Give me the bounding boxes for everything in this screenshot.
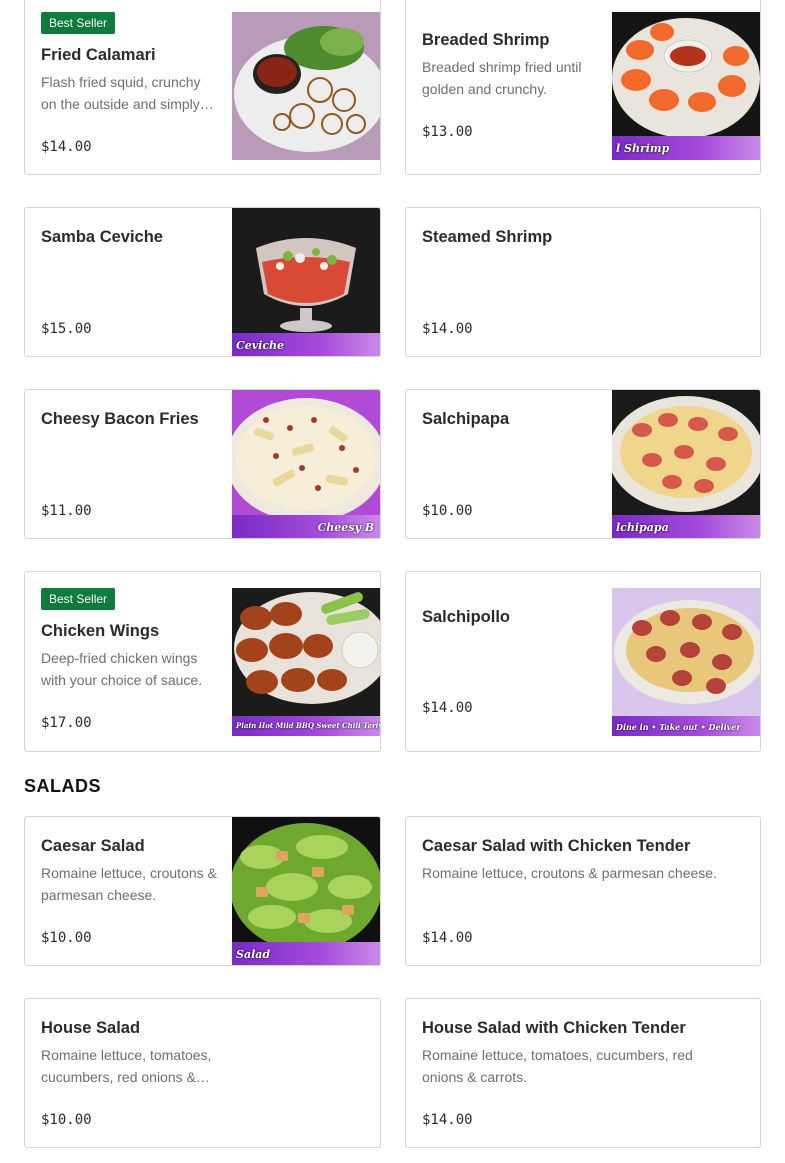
item-price: $13.00 — [422, 124, 473, 140]
item-name: Fried Calamari — [41, 46, 156, 64]
ceviche-photo: Ceviche — [232, 208, 380, 356]
menu-page: Best Seller Fried Calamari Flash fried s… — [0, 0, 785, 1163]
menu-item-card-house-salad[interactable]: House Salad Romaine lettuce, tomatoes, c… — [24, 998, 381, 1148]
item-name: Salchipollo — [422, 608, 511, 626]
item-name: Caesar Salad — [41, 837, 145, 855]
item-name: Steamed Shrimp — [422, 228, 553, 246]
item-description: Romaine lettuce, tomatoes, cucumbers, re… — [41, 1047, 212, 1085]
item-name: Chicken Wings — [41, 622, 160, 640]
menu-item-card-fried-calamari[interactable]: Best Seller Fried Calamari Flash fried s… — [24, 0, 381, 175]
caesar-photo: Salad — [232, 817, 380, 965]
item-name: Samba Ceviche — [41, 228, 163, 246]
section-title-salads: SALADS — [24, 776, 102, 796]
item-description: Deep-fried chicken wings with your choic… — [41, 650, 203, 688]
item-description: Romaine lettuce, croutons & parmesan che… — [422, 865, 717, 881]
menu-item-card-samba-ceviche[interactable]: Samba Ceviche $15.00 Ceviche — [24, 207, 381, 357]
image-caption: lchipapa — [616, 521, 669, 534]
item-description: Romaine lettuce, croutons & parmesan che… — [41, 865, 217, 903]
item-price: $10.00 — [41, 930, 92, 946]
wings-photo: Plain Hot Mild BBQ Sweet Chili Teriyaki — [232, 588, 380, 736]
image-caption: Plain Hot Mild BBQ Sweet Chili Teriyaki — [236, 721, 380, 730]
image-caption: Dine in • Take out • Deliver — [616, 722, 741, 732]
item-price: $14.00 — [41, 139, 92, 155]
item-name: Caesar Salad with Chicken Tender — [422, 837, 691, 855]
image-caption: l Shrimp — [616, 142, 670, 155]
item-price: $15.00 — [41, 321, 92, 337]
salchipollo-photo: Dine in • Take out • Deliver — [612, 588, 760, 736]
best-seller-badge: Best Seller — [41, 588, 116, 610]
item-price: $14.00 — [422, 1112, 473, 1128]
menu-item-card-steamed-shrimp[interactable]: Steamed Shrimp $14.00 — [405, 207, 761, 357]
item-name: Cheesy Bacon Fries — [41, 410, 199, 428]
item-price: $14.00 — [422, 321, 473, 337]
menu-item-card-breaded-shrimp[interactable]: Breaded Shrimp Breaded shrimp fried unti… — [405, 0, 761, 175]
shrimp-photo: l Shrimp — [612, 12, 760, 160]
item-name: House Salad with Chicken Tender — [422, 1019, 686, 1037]
menu-item-card-caesar-salad-chicken-tender[interactable]: Caesar Salad with Chicken Tender Romaine… — [405, 816, 761, 966]
image-caption: Ceviche — [236, 339, 285, 352]
best-seller-badge: Best Seller — [41, 12, 116, 34]
item-price: $10.00 — [422, 503, 473, 519]
menu-item-card-salchipapa[interactable]: Salchipapa $10.00 lchipapa — [405, 389, 761, 539]
item-price: $14.00 — [422, 700, 473, 716]
item-description: Breaded shrimp fried until golden and cr… — [422, 59, 582, 97]
calamari-photo — [232, 12, 380, 160]
menu-item-card-house-salad-chicken-tender[interactable]: House Salad with Chicken Tender Romaine … — [405, 998, 761, 1148]
item-price: $14.00 — [422, 930, 473, 946]
menu-item-card-chicken-wings[interactable]: Best Seller Chicken Wings Deep-fried chi… — [24, 571, 381, 752]
item-price: $10.00 — [41, 1112, 92, 1128]
item-description: Romaine lettuce, tomatoes, cucumbers, re… — [422, 1047, 693, 1085]
item-price: $17.00 — [41, 715, 92, 731]
bacon-fries-photo: Cheesy B — [232, 390, 380, 538]
salchipapa-photo: lchipapa — [612, 390, 760, 538]
menu-item-card-salchipollo[interactable]: Salchipollo $14.00 Dine in • Take out • … — [405, 571, 761, 752]
menu-item-card-cheesy-bacon-fries[interactable]: Cheesy Bacon Fries $11.00 Cheesy B — [24, 389, 381, 539]
image-caption: Salad — [236, 948, 271, 961]
item-description: Flash fried squid, crunchy on the outsid… — [41, 74, 201, 112]
item-name: House Salad — [41, 1019, 141, 1037]
item-price: $11.00 — [41, 503, 92, 519]
item-name: Salchipapa — [422, 410, 510, 428]
image-caption: Cheesy B — [317, 521, 374, 534]
menu-item-card-caesar-salad[interactable]: Caesar Salad Romaine lettuce, croutons &… — [24, 816, 381, 966]
item-name: Breaded Shrimp — [422, 31, 550, 49]
